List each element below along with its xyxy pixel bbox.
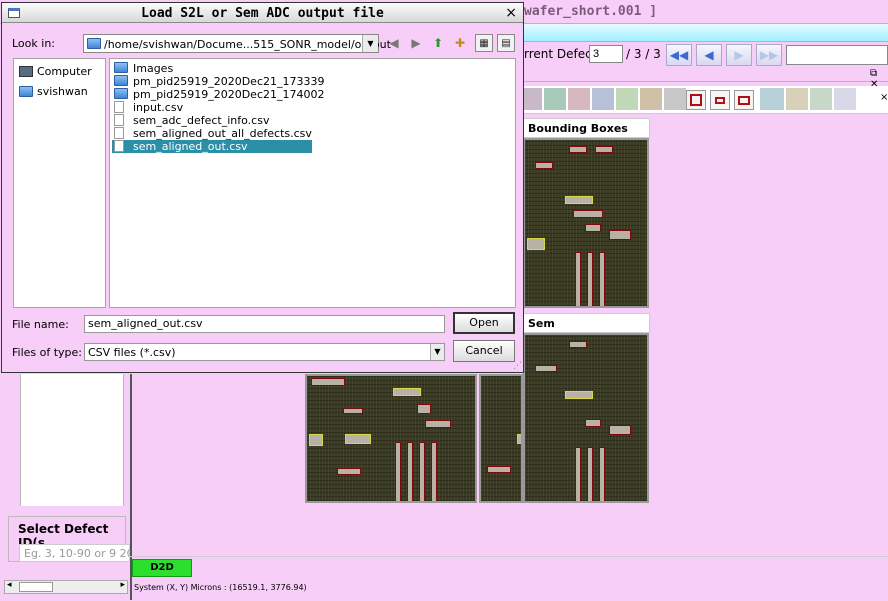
sidebar-item-label: Computer [37, 65, 92, 78]
thumbnail[interactable] [524, 88, 542, 110]
home-folder-icon [19, 86, 33, 97]
file-type-select[interactable]: CSV files (*.csv) ▼ [84, 343, 445, 361]
defect-count: / 3 / 3 [626, 47, 661, 61]
back-icon[interactable]: ◀ [385, 34, 403, 52]
sem-image-fragment[interactable] [479, 374, 523, 503]
detail-view-icon[interactable]: ▤ [497, 34, 515, 52]
file-type-label: Files of type: [12, 346, 83, 359]
file-type-value: CSV files (*.csv) [88, 346, 176, 359]
first-icon: ◀◀ [669, 48, 689, 62]
d2d-button[interactable]: D2D [132, 559, 192, 577]
last-icon: ▶▶ [759, 48, 779, 62]
small-box-tool-button[interactable] [710, 90, 730, 110]
app-header-band [524, 24, 888, 42]
thumbnail[interactable] [616, 88, 638, 110]
previous-defect-button[interactable]: ◀ [696, 44, 722, 66]
thumbnail[interactable] [786, 88, 808, 110]
app-title-text: wafer_short.001 ] [524, 4, 658, 19]
chevron-down-icon[interactable]: ▼ [430, 344, 444, 360]
look-in-label: Look in: [12, 37, 55, 50]
reference-image[interactable] [305, 374, 477, 503]
thumbnail-strip: × [524, 86, 888, 114]
current-defect-label: rrent Defect [524, 47, 597, 61]
folder-icon [87, 38, 101, 49]
sem-title: Sem [523, 313, 650, 333]
defect-list[interactable] [20, 374, 124, 506]
file-name: sem_aligned_out.csv [133, 140, 248, 153]
file-name: input.csv [133, 101, 184, 114]
new-folder-icon[interactable]: ✚ [451, 34, 469, 52]
left-panel-scrollbar[interactable]: ◂ ▸ [4, 580, 128, 594]
forward-icon[interactable]: ▶ [407, 34, 425, 52]
scrollbar-thumb[interactable] [19, 582, 53, 592]
thumbnail[interactable] [544, 88, 566, 110]
file-name: pm_pid25919_2020Dec21_174002 [133, 88, 325, 101]
look-in-path: /home/svishwan/Docume...515_SONR_model/o… [104, 38, 391, 51]
file-name: sem_adc_defect_info.csv [133, 114, 270, 127]
folder-icon [114, 88, 128, 99]
chevron-down-icon[interactable]: ▼ [362, 35, 378, 52]
places-sidebar: Computer svishwan [13, 58, 106, 308]
thumbnail[interactable] [592, 88, 614, 110]
look-in-combo[interactable]: /home/svishwan/Docume...515_SONR_model/o… [83, 34, 391, 53]
file-name: pm_pid25919_2020Dec21_173339 [133, 75, 325, 88]
thumbnail[interactable] [760, 88, 784, 110]
folder-icon [114, 75, 128, 86]
list-item-selected[interactable]: sem_aligned_out.csv [112, 140, 312, 153]
resize-grip-icon[interactable]: ⋰ [513, 361, 522, 371]
file-name-label: File name: [12, 318, 69, 331]
draw-box-tool-button[interactable] [686, 90, 706, 110]
dialog-title-bar[interactable]: Load S2L or Sem ADC output file × [2, 3, 523, 23]
previous-icon: ◀ [704, 48, 714, 62]
up-folder-icon[interactable]: ⬆ [429, 34, 447, 52]
defect-search-input[interactable] [786, 45, 888, 65]
folder-icon [114, 62, 128, 73]
cancel-button[interactable]: Cancel [453, 340, 515, 362]
scroll-left-icon[interactable]: ◂ [7, 580, 12, 590]
open-button[interactable]: Open [453, 312, 515, 334]
coordinates-status: System (X, Y) Microns : (16519.1, 3776.9… [134, 583, 307, 592]
file-icon [114, 140, 124, 152]
file-list: Images pm_pid25919_2020Dec21_173339 pm_p… [109, 58, 516, 308]
bottom-divider [130, 556, 888, 557]
load-file-dialog: Load S2L or Sem ADC output file × Look i… [1, 2, 524, 373]
bounding-boxes-image[interactable] [523, 138, 649, 308]
file-name: Images [133, 62, 174, 75]
first-defect-button[interactable]: ◀◀ [666, 44, 692, 66]
move-box-tool-button[interactable] [734, 90, 754, 110]
bounding-boxes-title: Bounding Boxes [523, 118, 650, 138]
file-icon [114, 127, 124, 139]
next-defect-button[interactable]: ▶ [726, 44, 752, 66]
last-defect-button[interactable]: ▶▶ [756, 44, 782, 66]
file-name: sem_aligned_out_all_defects.csv [133, 127, 312, 140]
current-defect-input[interactable] [589, 45, 623, 63]
left-panel: Select Defect ID(s Eg. 3, 10-90 or 9 20 [0, 374, 130, 564]
dialog-title: Load S2L or Sem ADC output file [141, 6, 384, 21]
strip-close-icon[interactable]: × [880, 92, 888, 103]
file-icon [114, 114, 124, 126]
list-view-icon[interactable]: ▦ [475, 34, 493, 52]
sidebar-item-label: svishwan [37, 85, 88, 98]
computer-icon [19, 66, 33, 77]
defect-navigation-bar: rrent Defect / 3 / 3 ◀◀ ◀ ▶ ▶▶ [524, 42, 888, 68]
close-icon[interactable]: × [505, 5, 517, 21]
next-icon: ▶ [734, 48, 744, 62]
thumbnail[interactable] [664, 88, 686, 110]
file-icon [114, 101, 124, 113]
thumbnail[interactable] [834, 88, 856, 110]
panel-header: ⧉ ✕ [524, 68, 888, 90]
scroll-right-icon[interactable]: ▸ [120, 580, 125, 590]
defect-id-input[interactable]: Eg. 3, 10-90 or 9 20 [19, 544, 130, 562]
sem-image[interactable] [523, 333, 649, 503]
thumbnail[interactable] [568, 88, 590, 110]
thumbnail[interactable] [810, 88, 832, 110]
thumbnail[interactable] [640, 88, 662, 110]
file-name-input[interactable]: sem_aligned_out.csv [84, 315, 445, 333]
